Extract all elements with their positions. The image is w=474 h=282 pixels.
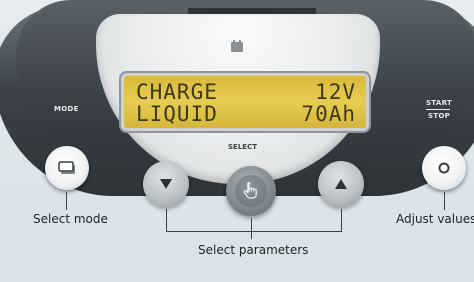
lcd-display: CHARGE 12V LIQUID 70Ah [124, 76, 366, 128]
mode-button[interactable] [45, 146, 89, 190]
mode-label: MODE [54, 105, 79, 113]
start-label: START [426, 99, 453, 107]
select-parameters-caption: Select parameters [198, 243, 309, 257]
up-arrow-icon [318, 161, 364, 207]
down-arrow-icon [143, 161, 189, 207]
charge-label: CHARGE [136, 80, 218, 104]
start-stop-divider [426, 109, 450, 110]
parameters-pointer-left [166, 209, 167, 231]
battery-icon [231, 40, 243, 52]
select-button[interactable] [226, 166, 276, 216]
hand-pointer-icon [226, 166, 276, 216]
select-mode-caption: Select mode [33, 212, 108, 226]
parameters-pointer-center [251, 218, 252, 231]
capacity-value: 70Ah [301, 102, 356, 126]
voltage-value: 12V [315, 80, 356, 104]
parameters-stem [251, 231, 252, 239]
select-mode-pointer [66, 192, 67, 210]
circle-icon [422, 146, 466, 190]
select-label: SELECT [228, 143, 257, 151]
adjust-values-pointer [444, 192, 445, 210]
down-button[interactable] [143, 161, 189, 207]
parameters-pointer-right [341, 209, 342, 231]
adjust-values-caption: Adjust values [396, 212, 474, 226]
charger-ui: CHARGE 12V LIQUID 70Ah MODE START STOP S… [0, 0, 474, 282]
up-button[interactable] [318, 161, 364, 207]
lcd-line-1: CHARGE 12V [136, 81, 356, 103]
parameters-bracket [166, 231, 342, 232]
battery-type: LIQUID [136, 102, 218, 126]
start-stop-button[interactable] [422, 146, 466, 190]
stop-label: STOP [428, 112, 451, 120]
lcd-line-2: LIQUID 70Ah [136, 103, 356, 125]
mode-icon [45, 146, 89, 190]
